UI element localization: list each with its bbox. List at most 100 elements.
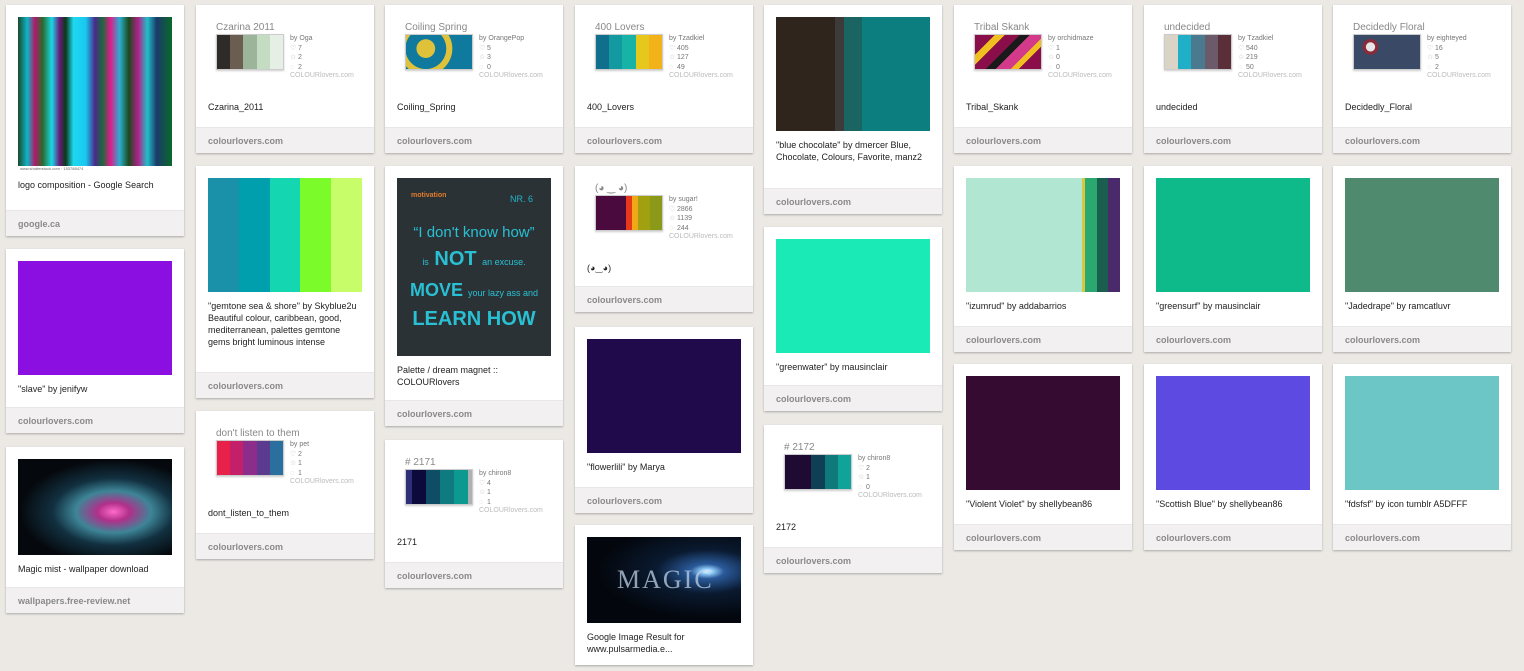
pin-image[interactable]: www.shutterstock.com · 153788474	[18, 17, 172, 171]
palette-author: by Oga	[290, 35, 313, 42]
comment-icon: ◌	[1238, 63, 1243, 71]
pin-undecided[interactable]: undecided by Tzadkiel ♡ 540 ☆ 219 ◌ 50 COLO…	[1144, 5, 1322, 153]
comment-icon: ◌	[290, 469, 295, 477]
pin-source-link[interactable]: google.ca	[6, 210, 184, 236]
pin-source-link[interactable]: colourlovers.com	[6, 407, 184, 433]
pin-source-link[interactable]: colourlovers.com	[1333, 127, 1511, 153]
pin-source-link[interactable]: colourlovers.com	[764, 547, 942, 573]
pin-source-link[interactable]: colourlovers.com	[385, 400, 563, 426]
pin-slave[interactable]: "slave" by jenifyw colourlovers.com	[6, 249, 184, 433]
pin-dont-listen[interactable]: don't listen to them by pet ♡ 2 ☆ 1 ◌ 1 COL…	[196, 411, 374, 559]
pin-image[interactable]	[1345, 376, 1499, 490]
pin-image[interactable]	[776, 17, 930, 131]
pin-image[interactable]	[1156, 178, 1310, 292]
pin-source-link[interactable]: colourlovers.com	[954, 524, 1132, 550]
palette-author: by pet	[290, 441, 310, 448]
pin-source-link[interactable]: colourlovers.com	[196, 372, 374, 398]
palette-widget[interactable]: (◕ ‿ ◕) by sugar! ♡ 2866 ☆ 1139 ◌ 244 COLOU…	[587, 182, 741, 254]
pin-image[interactable]	[208, 178, 362, 292]
palette-widget[interactable]: Decidedly Floral by eighteyed ♡ 16 ☆ 5 ◌ 2 …	[1345, 21, 1499, 93]
palette-widget[interactable]: undecided by Tzadkiel ♡ 540 ☆ 219 ◌ 50 COLO…	[1156, 21, 1310, 93]
pin-source-link[interactable]: colourlovers.com	[575, 286, 753, 312]
pin-source-link[interactable]: colourlovers.com	[1144, 524, 1322, 550]
pin-greenwater[interactable]: "greenwater" by mausinclair colourlovers…	[764, 227, 942, 411]
pin-czarina-2011[interactable]: Czarina 2011 by Oga ♡ 7 ☆ 2 ◌ 2 COLOURlover…	[196, 5, 374, 153]
pin-source-link[interactable]: colourlovers.com	[764, 385, 942, 411]
pin-gemtone-sea-shore[interactable]: "gemtone sea & shore" by Skyblue2u Beaut…	[196, 166, 374, 398]
pin-happy-face[interactable]: (◕ ‿ ◕) by sugar! ♡ 2866 ☆ 1139 ◌ 244 COLOU…	[575, 166, 753, 312]
pin-image[interactable]	[18, 459, 172, 555]
pin-image[interactable]	[1156, 376, 1310, 490]
pin-description: 2171	[397, 537, 418, 547]
palette-title: (◕ ‿ ◕)	[595, 183, 628, 194]
pin-magic-mist[interactable]: Magic mist - wallpaper download wallpape…	[6, 447, 184, 613]
pin-image[interactable]	[587, 339, 741, 453]
pin-fdsfsf[interactable]: "fdsfsf" by icon tumblr A5DFFF colourlov…	[1333, 364, 1511, 550]
palette-widget[interactable]: don't listen to them by pet ♡ 2 ☆ 1 ◌ 1 COL…	[208, 427, 362, 499]
pin-2172[interactable]: # 2172 by chiron8 ♡ 2 ☆ 1 ◌ 0 COLOURlovers.…	[764, 425, 942, 573]
pin-source-link[interactable]: colourlovers.com	[1144, 127, 1322, 153]
palette-widget[interactable]: # 2171 by chiron8 ♡ 4 ☆ 1 ◌ 1 COLOURlovers.…	[397, 456, 551, 528]
pin-source-link[interactable]: colourlovers.com	[1333, 326, 1511, 352]
pin-blue-chocolate[interactable]: "blue chocolate" by dmercer Blue, Chocol…	[764, 5, 942, 214]
pin-izumrud[interactable]: "izumrud" by addabarrios colourlovers.co…	[954, 166, 1132, 352]
pin-source-link[interactable]: colourlovers.com	[954, 326, 1132, 352]
palette-swatch	[974, 34, 1042, 70]
pin-magic-pulsar[interactable]: MAGIC Google Image Result for www.pulsar…	[575, 525, 753, 665]
palette-widget[interactable]: Coiling Spring by OrangePop ♡ 5 ☆ 3 ◌ 0 COL…	[397, 21, 551, 93]
pin-image[interactable]: MAGIC	[587, 537, 741, 623]
palette-stats: by eighteyed ♡ 16 ☆ 5 ◌ 2	[1427, 35, 1467, 71]
palette-widget[interactable]: Tribal Skank by orchidmaze ♡ 1 ☆ 0 ◌ 0 COLO…	[966, 21, 1120, 93]
pin-source-link[interactable]: colourlovers.com	[575, 487, 753, 513]
palette-stats: by Tzadkiel ♡ 540 ☆ 219 ◌ 50	[1238, 35, 1274, 71]
pin-logo-composition[interactable]: www.shutterstock.com · 153788474 logo co…	[6, 5, 184, 236]
pin-image[interactable]: motivation NR. 6 “I don't know how” is N…	[397, 178, 551, 356]
pin-image[interactable]	[776, 239, 930, 353]
pin-decidedly-floral[interactable]: Decidedly Floral by eighteyed ♡ 16 ☆ 5 ◌ 2 …	[1333, 5, 1511, 153]
pin-source-link[interactable]: wallpapers.free-review.net	[6, 587, 184, 613]
palette-swatch	[595, 195, 663, 231]
pin-source-link[interactable]: colourlovers.com	[196, 533, 374, 559]
comment-icon: ◌	[290, 63, 295, 71]
palette-widget[interactable]: Czarina 2011 by Oga ♡ 7 ☆ 2 ◌ 2 COLOURlover…	[208, 21, 362, 93]
heart-icon: ♡	[1238, 44, 1245, 52]
pin-source-link[interactable]: colourlovers.com	[385, 562, 563, 588]
pin-coiling-spring[interactable]: Coiling Spring by OrangePop ♡ 5 ☆ 3 ◌ 0 COL…	[385, 5, 563, 153]
pin-violent-violet[interactable]: "Violent Violet" by shellybean86 colourl…	[954, 364, 1132, 550]
palette-author: by sugar!	[669, 196, 698, 203]
palette-stats: by pet ♡ 2 ☆ 1 ◌ 1	[290, 441, 310, 477]
palette-stats: by sugar! ♡ 2866 ☆ 1139 ◌ 244	[669, 196, 698, 232]
heart-icon: ♡	[1427, 44, 1434, 52]
pin-image[interactable]	[1345, 178, 1499, 292]
palette-author: by OrangePop	[479, 35, 525, 42]
pin-source-link[interactable]: colourlovers.com	[954, 127, 1132, 153]
pin-source-link[interactable]: colourlovers.com	[575, 127, 753, 153]
pin-2171[interactable]: # 2171 by chiron8 ♡ 4 ☆ 1 ◌ 1 COLOURlovers.…	[385, 440, 563, 588]
pin-tribal-skank[interactable]: Tribal Skank by orchidmaze ♡ 1 ☆ 0 ◌ 0 COLO…	[954, 5, 1132, 153]
comment-icon: ◌	[479, 63, 484, 71]
palette-widget[interactable]: # 2172 by chiron8 ♡ 2 ☆ 1 ◌ 0 COLOURlovers.…	[776, 441, 930, 513]
pin-greensurf[interactable]: "greensurf" by mausinclair colourlovers.…	[1144, 166, 1322, 352]
pin-flowerlili[interactable]: "flowerlili" by Marya colourlovers.com	[575, 327, 753, 513]
comment-icon: ◌	[669, 63, 674, 71]
pin-source-link[interactable]: colourlovers.com	[196, 127, 374, 153]
pin-image[interactable]	[18, 261, 172, 375]
pin-source-link[interactable]: colourlovers.com	[1144, 326, 1322, 352]
pin-dream-magnet[interactable]: motivation NR. 6 “I don't know how” is N…	[385, 166, 563, 426]
pin-description: Tribal_Skank	[966, 102, 1019, 112]
pin-description: logo composition - Google Search	[18, 180, 154, 190]
pin-description: 2172	[776, 522, 797, 532]
palette-widget[interactable]: 400 Lovers by Tzadkiel ♡ 405 ☆ 127 ◌ 49 COL…	[587, 21, 741, 93]
pin-description: Magic mist - wallpaper download	[18, 564, 149, 574]
heart-icon: ♡	[669, 44, 676, 52]
pin-400-lovers[interactable]: 400 Lovers by Tzadkiel ♡ 405 ☆ 127 ◌ 49 COL…	[575, 5, 753, 153]
pin-source-link[interactable]: colourlovers.com	[764, 188, 942, 214]
pin-image[interactable]	[966, 376, 1120, 490]
pin-jadedrape[interactable]: "Jadedrape" by ramcatluvr colourlovers.c…	[1333, 166, 1511, 352]
colourlovers-brand: COLOURlovers.com	[1238, 72, 1302, 79]
pin-image[interactable]	[966, 178, 1120, 292]
pin-scottish-blue[interactable]: "Scottish Blue" by shellybean86 colourlo…	[1144, 364, 1322, 550]
pin-source-link[interactable]: colourlovers.com	[1333, 524, 1511, 550]
pin-source-link[interactable]: colourlovers.com	[385, 127, 563, 153]
palette-swatch	[405, 34, 473, 70]
